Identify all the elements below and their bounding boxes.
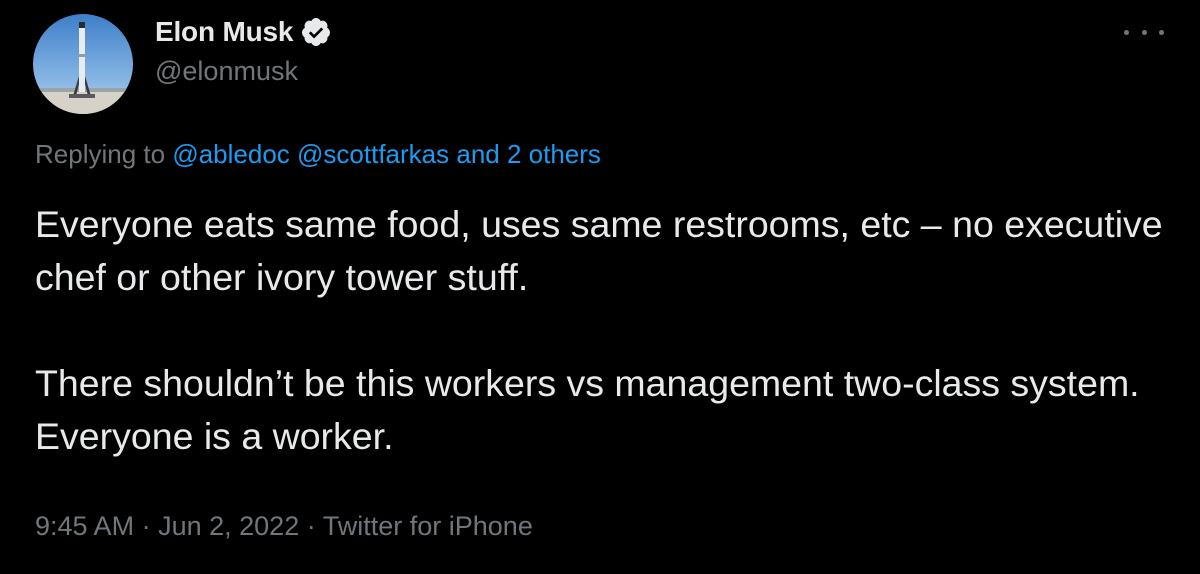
separator: · — [306, 511, 316, 541]
dot — [1141, 29, 1147, 35]
tweet-time[interactable]: 9:45 AM — [35, 511, 134, 541]
dot — [1159, 29, 1164, 35]
replying-prefix: Replying to — [35, 139, 173, 169]
avatar[interactable] — [33, 14, 133, 114]
tweet-meta: 9:45 AM · Jun 2, 2022 · Twitter for iPho… — [35, 511, 533, 542]
mention-scottfarkas[interactable]: @scottfarkas — [297, 139, 449, 169]
mention-abledoc[interactable]: @abledoc — [172, 139, 289, 169]
tweet-text: Everyone eats same food, uses same restr… — [35, 198, 1165, 463]
author-display-name[interactable]: Elon Musk — [155, 16, 293, 48]
author-row: Elon Musk — [155, 14, 332, 50]
tweet-paragraph: Everyone eats same food, uses same restr… — [35, 203, 1163, 298]
tweet-source[interactable]: Twitter for iPhone — [323, 511, 533, 541]
tweet-date[interactable]: Jun 2, 2022 — [158, 511, 299, 541]
mention-others[interactable]: and 2 others — [456, 139, 601, 169]
more-options-icon[interactable] — [1124, 20, 1164, 44]
tweet-paragraph: There shouldn’t be this workers vs manag… — [35, 362, 1140, 457]
author-handle[interactable]: @elonmusk — [155, 56, 298, 87]
replying-to: Replying to @abledoc @scottfarkas and 2 … — [35, 139, 601, 170]
dot — [1124, 29, 1129, 35]
verified-badge-icon — [300, 16, 332, 48]
separator: · — [141, 511, 151, 541]
